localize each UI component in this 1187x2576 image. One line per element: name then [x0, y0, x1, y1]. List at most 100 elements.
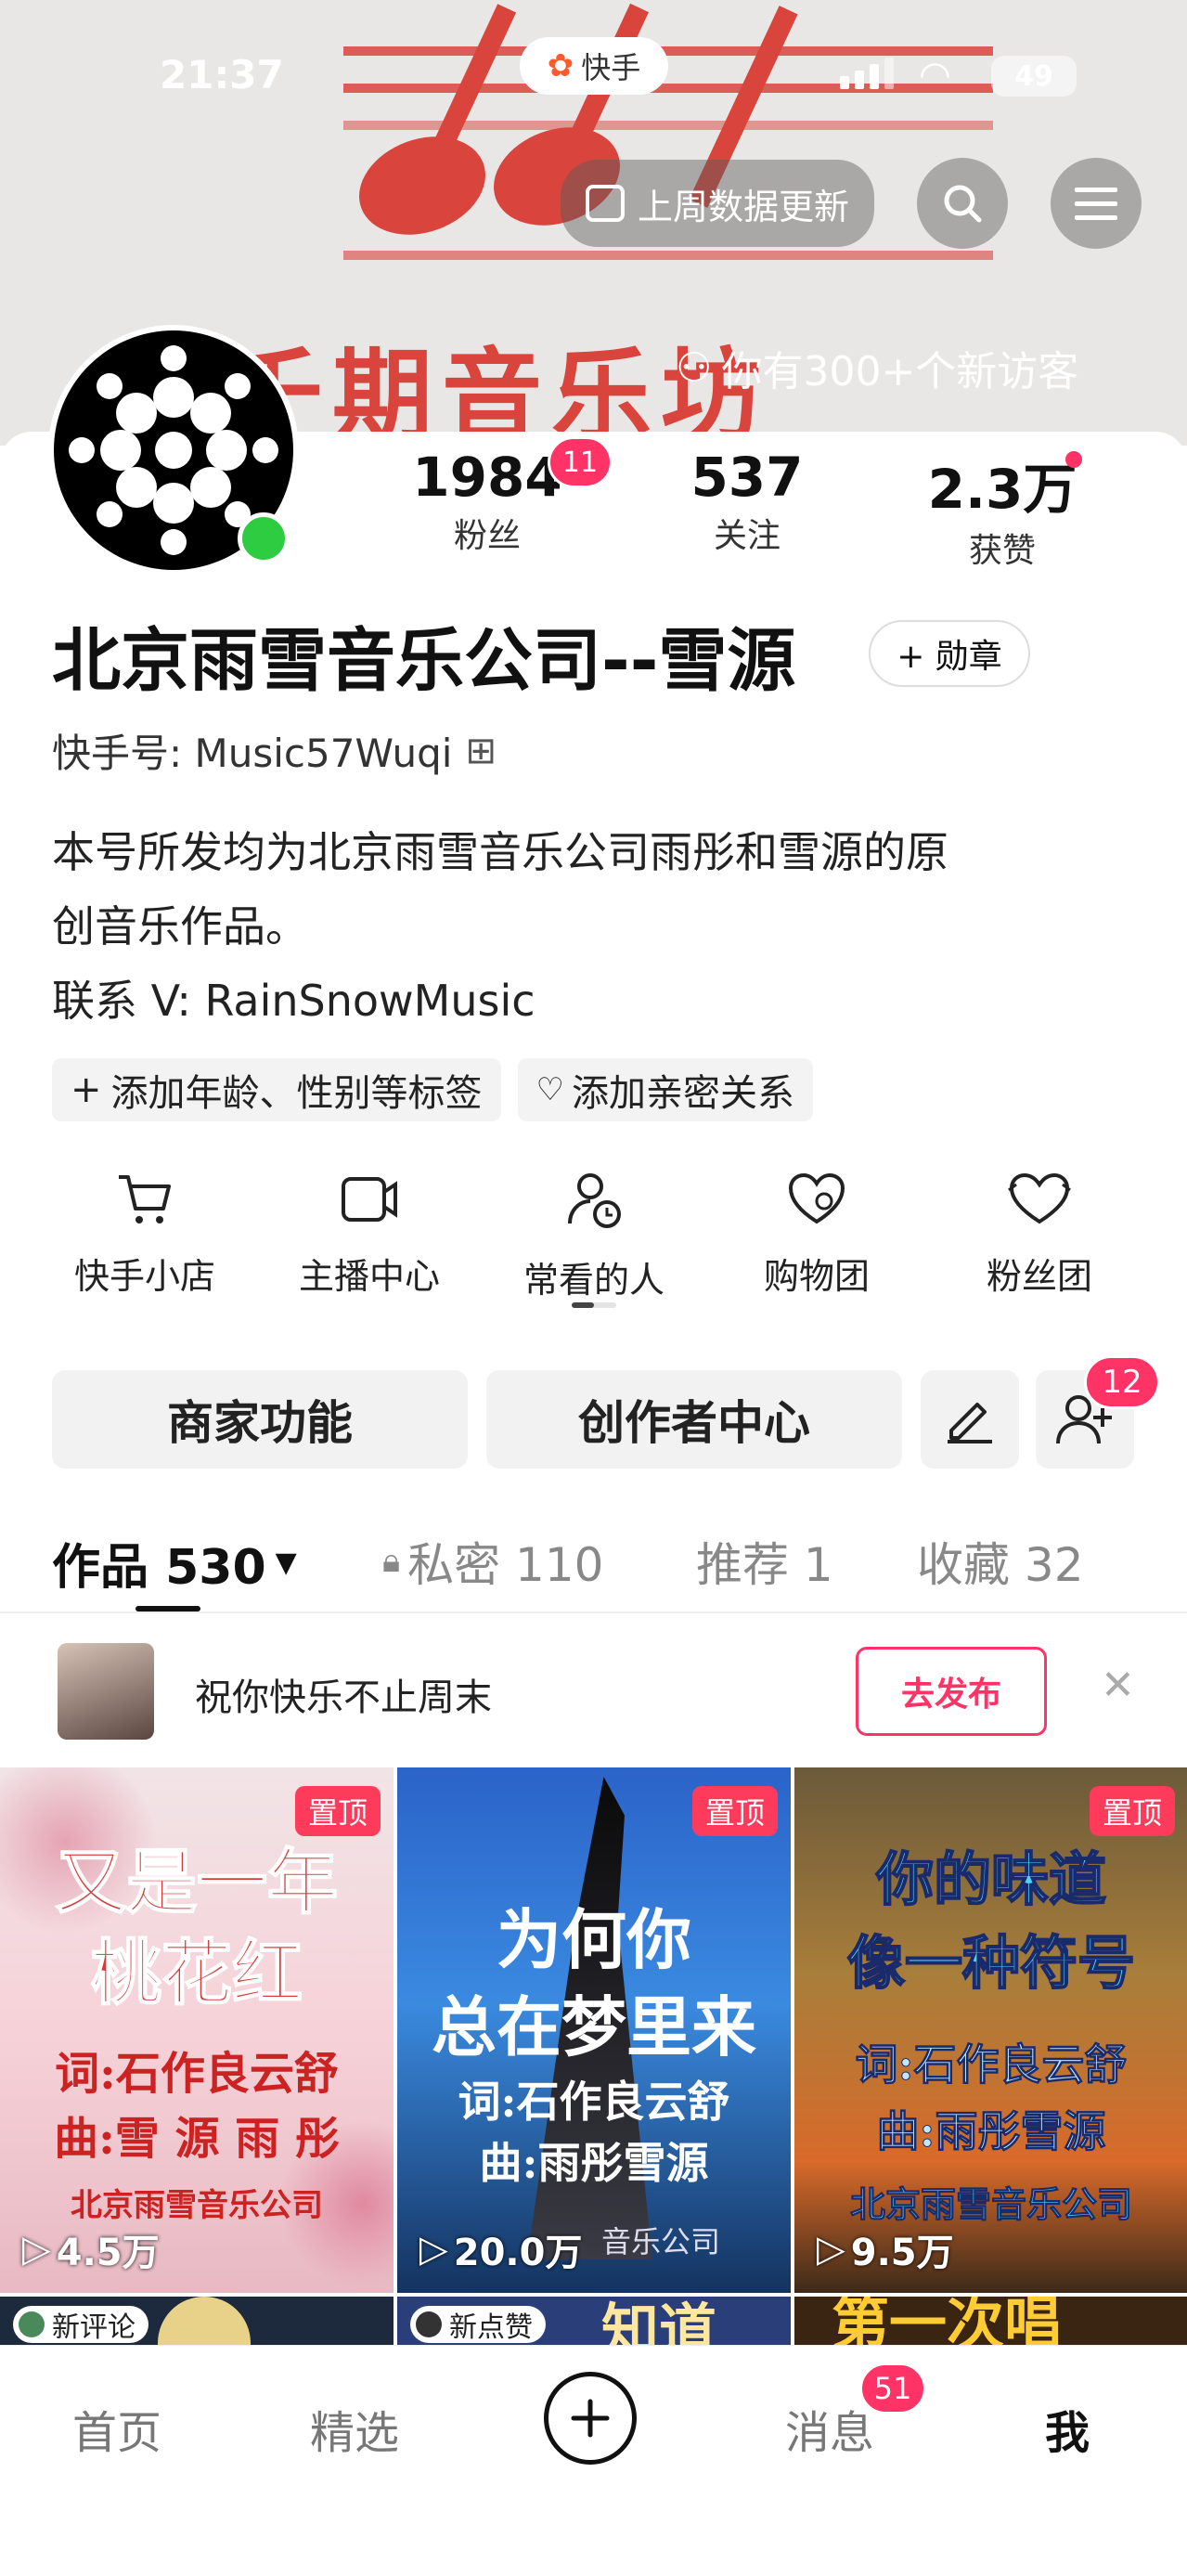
tab-works-label: 作品 530 [52, 1540, 266, 1596]
signal-icon [840, 58, 894, 89]
cart-icon [119, 1175, 171, 1223]
followers-count: 1984 [412, 446, 562, 509]
friend-requests-badge: 12 [1084, 1355, 1160, 1409]
music-note-shape [345, 120, 499, 252]
hamburger-icon [1075, 188, 1117, 220]
following-label: 关注 [713, 517, 781, 555]
add-tags-chip[interactable]: + 添加年龄、性别等标签 [52, 1058, 501, 1121]
new-like-label: 新点赞 [410, 2306, 546, 2344]
video-title-line: 知道 [601, 2297, 717, 2345]
view-count: ▷ 4.5万 [22, 2222, 160, 2276]
tab-favorites[interactable]: 收藏 32 [917, 1528, 1084, 1595]
tabs-divider [0, 1612, 1187, 1613]
staff-line [343, 251, 993, 260]
new-comment-label: 新评论 [13, 2306, 148, 2344]
quick-action-streamer-center[interactable]: 主播中心 [267, 1171, 471, 1299]
view-count-value: 9.5万 [850, 2232, 954, 2274]
new-visitors-link[interactable]: ⚇ 你有300+个新访客 [676, 338, 1078, 397]
video-title-line: 为何你 [497, 1901, 691, 1978]
quick-action-shop[interactable]: 快手小店 [43, 1171, 247, 1299]
qr-code-icon: ⊞ [465, 729, 497, 772]
video-company-line: 音乐公司 [601, 2224, 721, 2259]
quick-action-label: 购物团 [763, 1256, 870, 1297]
video-composer-line: 曲:雨彤雪源 [876, 2106, 1106, 2157]
stat-followers[interactable]: 1984 粉丝 [408, 446, 566, 557]
quick-action-fan-club[interactable]: 粉丝团 [937, 1171, 1142, 1299]
video-company-line: 北京雨雪音乐公司 [71, 2187, 323, 2224]
add-relationship-chip[interactable]: ♡ 添加亲密关系 [517, 1058, 813, 1121]
tab-private[interactable]: 🔒︎ 私密 110 [382, 1528, 603, 1595]
search-button[interactable] [917, 158, 1008, 249]
person-clock-icon [568, 1173, 621, 1228]
quick-action-label: 常看的人 [523, 1260, 664, 1301]
publish-button[interactable]: 去发布 [856, 1647, 1047, 1736]
quick-action-shopping-group[interactable]: 购物团 [715, 1171, 919, 1299]
view-count-value: 4.5万 [56, 2232, 160, 2274]
search-icon [944, 185, 982, 223]
stat-following[interactable]: 537 关注 [668, 446, 826, 557]
medal-button[interactable]: + 勋章 [869, 620, 1030, 687]
video-composer-line: 曲:雪 源 雨 彤 [54, 2113, 340, 2165]
video-card[interactable]: 置顶 又是一年 桃花红 词:石作良云舒 曲:雪 源 雨 彤 北京雨雪音乐公司 ▷… [0, 1767, 394, 2293]
bio: 本号所发均为北京雨雪音乐公司雨彤和雪源的原 创音乐作品。 联系 V: RainS… [52, 815, 948, 1038]
nav-home[interactable]: 首页 [72, 2396, 161, 2461]
quick-action-label: 主播中心 [298, 1256, 440, 1297]
merchant-functions-button[interactable]: 商家功能 [52, 1370, 468, 1469]
video-card[interactable]: 新点赞 知道 [397, 2297, 791, 2345]
pencil-icon [948, 1403, 992, 1443]
tab-recommended[interactable]: 推荐 1 [696, 1528, 833, 1595]
plus-icon: + [71, 1068, 102, 1111]
bottom-nav: 首页 精选 消息 51 我 [0, 2345, 1187, 2576]
video-title-line: 第一次唱 [832, 2297, 1063, 2345]
nav-messages[interactable]: 消息 [785, 2396, 874, 2461]
plus-icon [571, 2399, 610, 2438]
view-count-value: 20.0万 [453, 2232, 583, 2274]
play-icon: ▷ [22, 2228, 51, 2271]
kuaishou-id: 快手号: Music57Wuqi [52, 731, 453, 776]
stat-likes[interactable]: 2.3万 获赞 [923, 446, 1081, 572]
video-title-line: 像一种符号 [846, 1928, 1136, 1998]
moon-decor [158, 2297, 251, 2345]
kuaishou-logo-icon: ✿ [547, 47, 574, 84]
nav-me[interactable]: 我 [1045, 2396, 1090, 2461]
video-composer-line: 曲:雨彤雪源 [479, 2138, 709, 2188]
commenter-avatar [19, 2311, 45, 2337]
likes-count: 2.3万 [927, 458, 1077, 521]
app-switch-pill[interactable]: ✿ 快手 [520, 37, 668, 95]
video-card[interactable]: 置顶 为何你 总在梦里来 词:石作良云舒 曲:雨彤雪源 音乐公司 ▷ 20.0万 [397, 1767, 791, 2293]
video-lyricist-line: 词:石作良云舒 [55, 2048, 339, 2100]
caret-down-icon: ▼ [275, 1547, 297, 1579]
creator-center-button[interactable]: 创作者中心 [486, 1370, 902, 1469]
add-relationship-label: 添加亲密关系 [572, 1072, 794, 1115]
create-button[interactable] [544, 2372, 637, 2465]
play-icon: ▷ [817, 2228, 845, 2271]
nav-featured[interactable]: 精选 [310, 2396, 399, 2461]
heart-bag-icon [788, 1172, 845, 1224]
tab-private-label: 私密 110 [407, 1538, 604, 1592]
weekly-data-update-button[interactable]: 上周数据更新 [561, 160, 874, 247]
weekly-update-label: 上周数据更新 [637, 186, 849, 227]
menu-button[interactable] [1051, 158, 1142, 249]
following-count: 537 [690, 446, 804, 509]
status-time: 21:37 [160, 52, 284, 97]
video-lyricist-line: 词:石作良云舒 [458, 2077, 730, 2127]
bio-line: 本号所发均为北京雨雪音乐公司雨彤和雪源的原 [52, 827, 948, 877]
video-card[interactable]: 第一次唱 [794, 2297, 1187, 2345]
lock-icon: 🔒︎ [382, 1542, 401, 1580]
promo-banner: 祝你快乐不止周末 去发布 ✕ [0, 1615, 1187, 1764]
tab-works[interactable]: 作品 530 ▼ [52, 1528, 297, 1598]
messages-badge: 51 [859, 2362, 926, 2414]
video-lyricist-line: 词:石作良云舒 [855, 2039, 1128, 2091]
close-icon[interactable]: ✕ [1101, 1662, 1135, 1709]
edit-profile-button[interactable] [921, 1370, 1019, 1469]
video-card[interactable]: 置顶 你的味道 像一种符号 词:石作良云舒 曲:雨彤雪源 北京雨雪音乐公司 ▷ 9… [794, 1767, 1187, 2293]
kuaishou-id-row[interactable]: 快手号: Music57Wuqi ⊞ [52, 722, 497, 779]
new-like-text: 新点赞 [449, 2311, 533, 2344]
video-company-line: 北京雨雪音乐公司 [849, 2183, 1132, 2226]
pinned-badge: 置顶 [1089, 1786, 1175, 1836]
video-card[interactable]: 新评论 [0, 2297, 394, 2345]
promo-thumbnail [58, 1643, 154, 1740]
calendar-icon [585, 185, 625, 222]
wifi-icon: ◠ [919, 54, 951, 97]
quick-action-frequent-people[interactable]: 常看的人 [492, 1171, 696, 1302]
